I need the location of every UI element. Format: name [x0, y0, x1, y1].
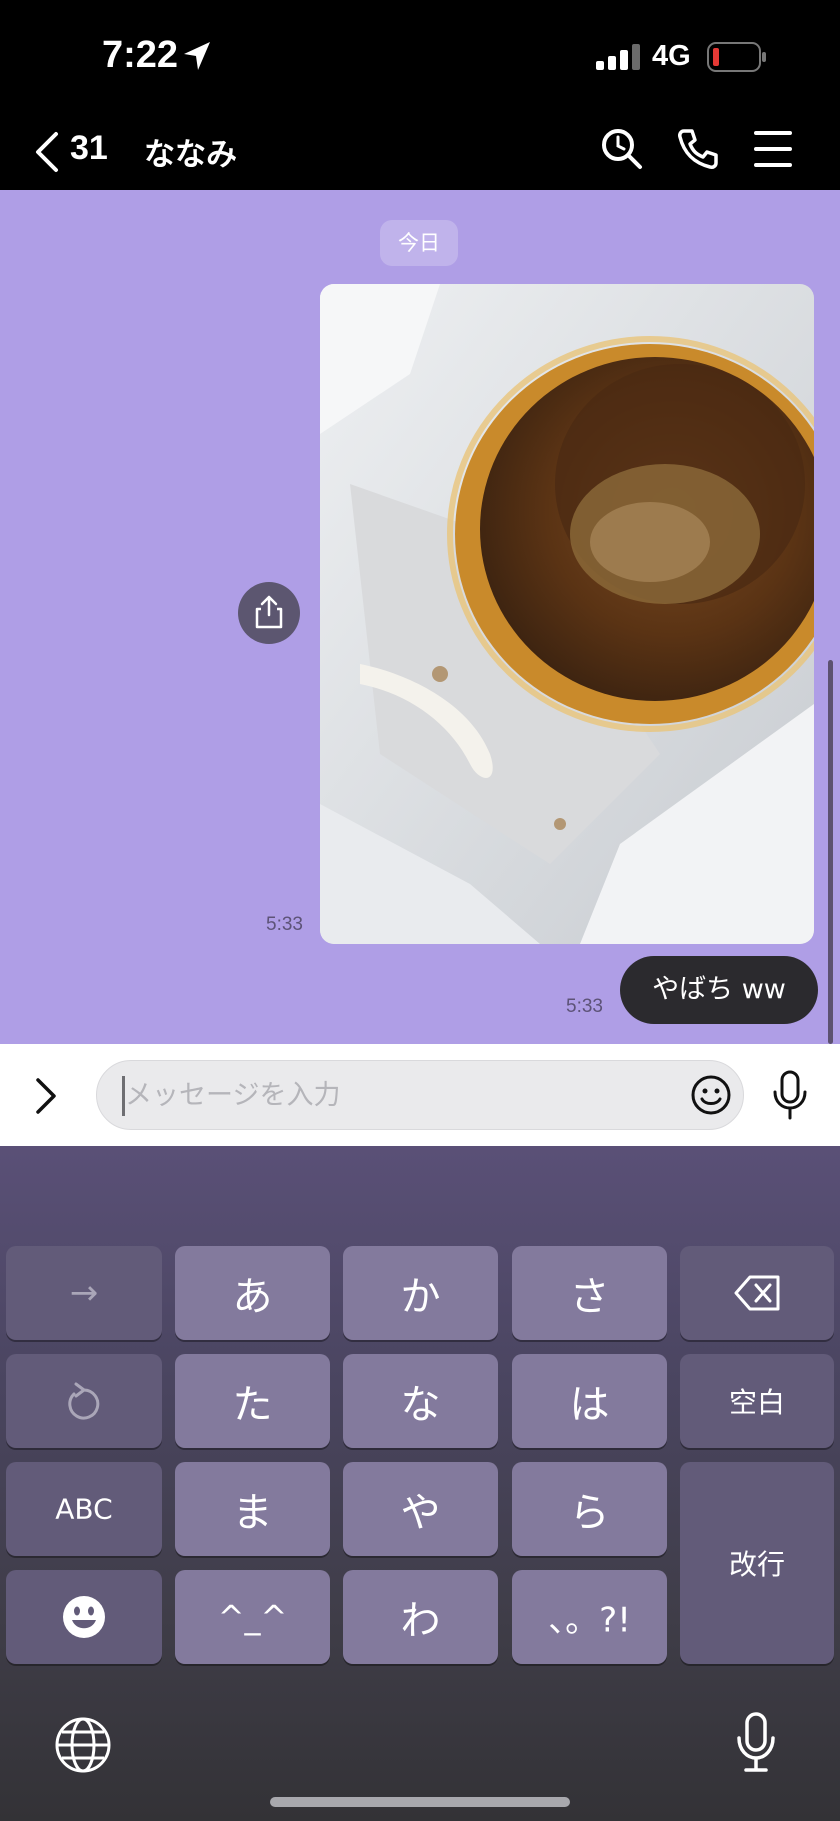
emoji-face-icon	[63, 1596, 105, 1638]
key-space[interactable]: 空白	[680, 1354, 834, 1448]
key-kaomoji[interactable]: ^_^	[175, 1570, 330, 1664]
status-bar: 7:22 4G	[0, 0, 840, 115]
key-ya[interactable]: や	[343, 1462, 498, 1556]
microphone-icon[interactable]	[770, 1070, 810, 1120]
photo-message[interactable]	[320, 284, 814, 944]
key-arrow-right[interactable]: →	[6, 1246, 162, 1340]
key-sa[interactable]: さ	[512, 1246, 667, 1340]
key-undo[interactable]	[6, 1354, 162, 1448]
share-button[interactable]	[238, 582, 300, 644]
unread-count[interactable]: 31	[70, 129, 108, 168]
text-message-bubble[interactable]: やばち ww	[620, 956, 818, 1024]
status-time: 7:22	[102, 34, 179, 76]
date-separator: 今日	[380, 220, 458, 266]
delete-icon	[734, 1275, 780, 1311]
scrollbar[interactable]	[828, 660, 833, 1044]
key-ma[interactable]: ま	[175, 1462, 330, 1556]
message-input[interactable]	[96, 1060, 744, 1130]
key-return[interactable]: 改行	[680, 1462, 834, 1664]
key-punctuation[interactable]: 、。?!	[512, 1570, 667, 1664]
key-na[interactable]: な	[343, 1354, 498, 1448]
share-icon	[255, 595, 283, 629]
message-input-bar	[0, 1044, 840, 1146]
key-delete[interactable]	[680, 1246, 834, 1340]
text-caret	[122, 1076, 125, 1116]
chat-title: ななみ	[144, 137, 237, 173]
battery-icon	[707, 42, 766, 72]
key-ka[interactable]: か	[343, 1246, 498, 1340]
expand-chevron-icon[interactable]	[34, 1076, 60, 1116]
network-type: 4G	[652, 40, 691, 72]
key-wa[interactable]: わ	[343, 1570, 498, 1664]
emoji-icon[interactable]	[690, 1074, 732, 1116]
menu-icon[interactable]	[754, 129, 792, 169]
cellular-signal-icon	[596, 44, 640, 70]
key-ha[interactable]: は	[512, 1354, 667, 1448]
home-indicator[interactable]	[270, 1797, 570, 1807]
japanese-keyboard: → あ か さ た な は 空白 ABC ま や ら 改行 ^_^ わ 、。?!	[0, 1146, 840, 1821]
undo-icon	[68, 1382, 100, 1420]
message-timestamp: 5:33	[566, 996, 603, 1017]
key-ra[interactable]: ら	[512, 1462, 667, 1556]
search-icon[interactable]	[600, 127, 644, 171]
key-abc[interactable]: ABC	[6, 1462, 162, 1556]
key-a[interactable]: あ	[175, 1246, 330, 1340]
food-container-photo	[320, 284, 814, 944]
key-emoji[interactable]	[6, 1570, 162, 1664]
key-ta[interactable]: た	[175, 1354, 330, 1448]
globe-icon[interactable]	[54, 1716, 112, 1774]
phone-icon[interactable]	[676, 127, 720, 171]
chat-header: 31 ななみ	[0, 115, 840, 190]
dictation-microphone-icon[interactable]	[734, 1712, 778, 1774]
location-arrow-icon	[184, 42, 210, 70]
chat-area[interactable]: 今日 5:33 5:33 やばち ww	[0, 190, 840, 1044]
back-chevron-icon[interactable]	[34, 130, 60, 174]
photo-timestamp: 5:33	[266, 914, 303, 935]
